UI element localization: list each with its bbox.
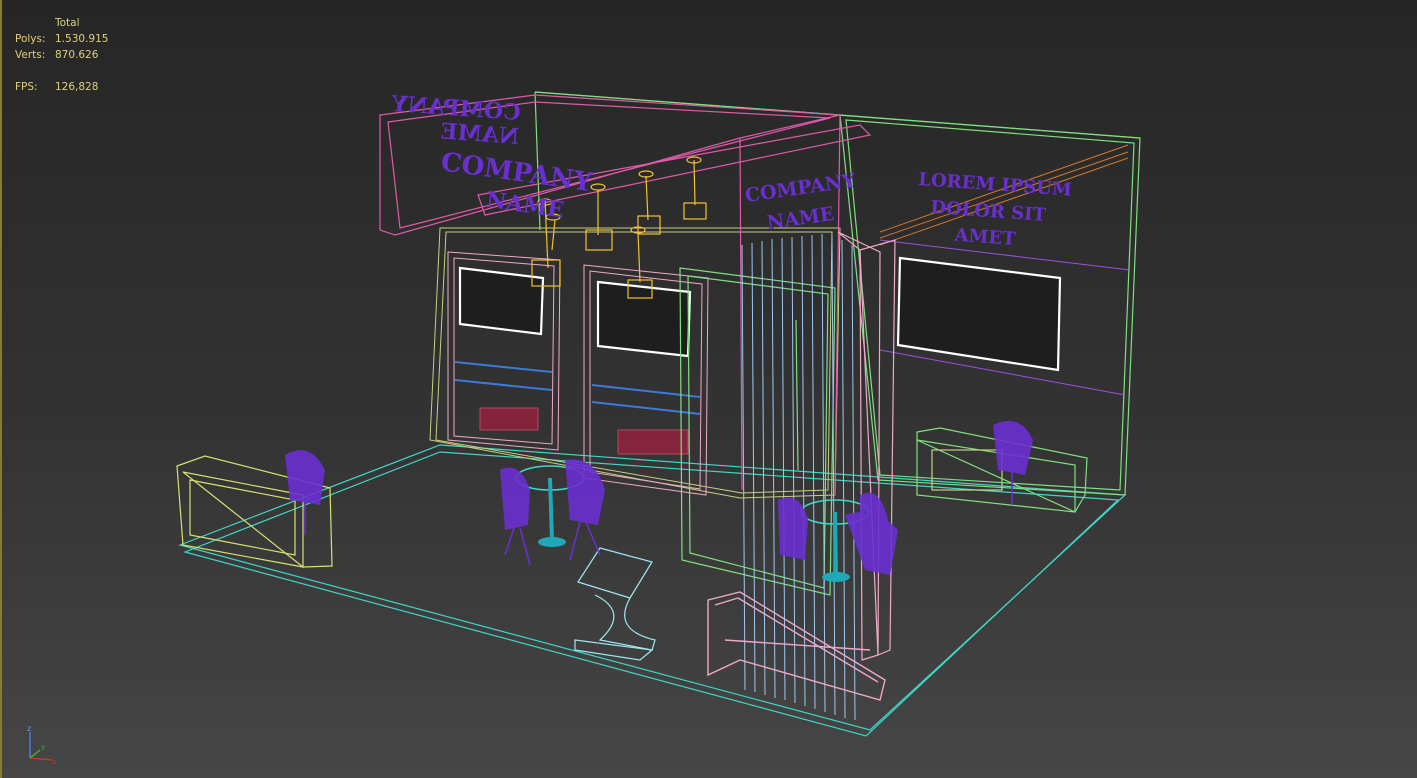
slat-column-frame [837, 231, 896, 661]
fps-value: 126,828 [55, 81, 99, 93]
sign-right-line1: LOREM IPSUM [918, 169, 1073, 201]
sign-right-line3: AMET [953, 225, 1017, 250]
verts-value: 870.626 [55, 49, 99, 61]
sign-column-line2: NAME [766, 203, 836, 234]
axis-gizmo-icon: z x y [27, 724, 56, 766]
sign-column: COMPANY NAME [744, 170, 858, 235]
z-axis-label: z [27, 724, 31, 733]
bench [707, 591, 886, 701]
verts-label: Verts: [15, 49, 46, 61]
sign-mirrored: COMPANY NAME [391, 91, 522, 150]
viewport-3d[interactable]: COMPANY NAME COMPANY NAME COMPANY NAME L… [0, 0, 1417, 778]
stats-header: Total [55, 17, 80, 29]
wall-screens [458, 256, 1062, 372]
chair-legs [304, 472, 1013, 566]
y-axis-line [29, 749, 41, 759]
info-kiosk [574, 547, 656, 661]
sign-column-line1: COMPANY [744, 170, 858, 207]
y-axis-label: y [41, 743, 45, 751]
back-wall-left [429, 227, 841, 499]
fps-label: FPS: [15, 81, 38, 93]
booth-wireframe-scene[interactable]: COMPANY NAME COMPANY NAME COMPANY NAME L… [0, 0, 1417, 778]
x-axis-line [29, 757, 53, 761]
shelves [454, 361, 701, 415]
viewport-statistics: Total Polys: 1.530.915 Verts: 870.626 FPS:… [15, 15, 108, 95]
sign-mirrored-line2: NAME [440, 119, 520, 150]
x-axis-label: x [52, 758, 56, 766]
sign-right: LOREM IPSUM DOLOR SIT AMET [918, 169, 1073, 250]
sign-left-header: COMPANY NAME [439, 147, 594, 223]
storage-room [679, 267, 836, 596]
polys-label: Polys: [15, 33, 46, 45]
polys-value: 1.530.915 [55, 33, 109, 45]
